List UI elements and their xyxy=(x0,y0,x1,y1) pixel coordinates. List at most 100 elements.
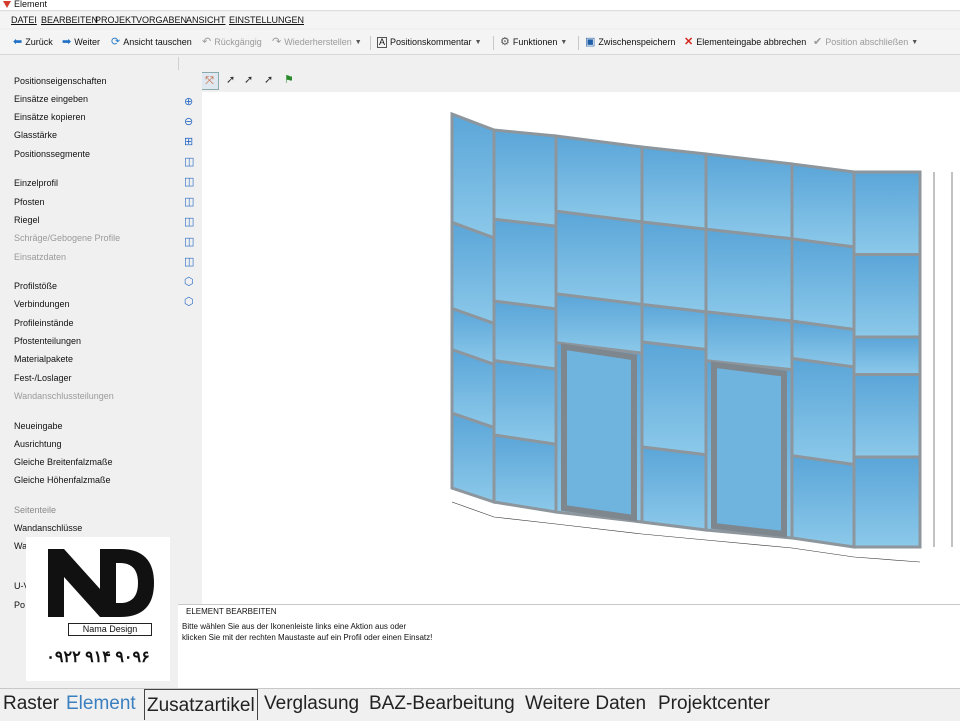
gear-icon: ⚙ xyxy=(500,35,510,48)
glass-pane[interactable] xyxy=(852,335,922,376)
sidebar-item-riegel[interactable]: Riegel xyxy=(14,215,40,225)
door-leaf[interactable] xyxy=(711,361,787,538)
view-back-icon[interactable]: ◫ xyxy=(184,176,194,188)
sidebar-item-einsaetze-kopieren[interactable]: Einsätze kopieren xyxy=(14,112,86,122)
pointer-add-icon[interactable]: ➚ xyxy=(244,74,253,86)
glass-pane[interactable] xyxy=(704,152,794,241)
glass-pane[interactable] xyxy=(640,445,708,532)
sidebar-item-po[interactable]: Po xyxy=(14,600,25,610)
glass-pane[interactable] xyxy=(852,373,922,459)
glass-pane[interactable] xyxy=(492,299,558,371)
zoom-fit-icon[interactable]: ⊞ xyxy=(184,136,193,148)
view-iso-alt-icon[interactable]: ⬡ xyxy=(184,296,194,308)
sidebar-item-wandanschluesse[interactable]: Wandanschlüsse xyxy=(14,523,82,533)
message-line-2: klicken Sie mit der rechten Maustaste au… xyxy=(182,633,433,642)
sidebar-item-einsatzdaten[interactable]: Einsatzdaten xyxy=(14,252,66,262)
tab-weitere-daten[interactable]: Weitere Daten xyxy=(525,693,646,715)
position-comment-button[interactable]: A Positionskommentar ▼ xyxy=(377,35,482,49)
menu-projekt[interactable]: PROJEKT xyxy=(95,15,137,25)
view-bottom-icon[interactable]: ◫ xyxy=(184,256,194,268)
glass-pane[interactable] xyxy=(852,170,922,256)
zoom-in-icon[interactable]: ⊕ xyxy=(184,96,193,108)
comment-icon: A xyxy=(377,36,388,48)
glass-pane[interactable] xyxy=(492,128,558,228)
flag-icon[interactable]: ⚑ xyxy=(284,74,294,86)
sidebar-item-materialpakete[interactable]: Materialpakete xyxy=(14,354,73,364)
sidebar-item-einsaetze-eingeben[interactable]: Einsätze eingeben xyxy=(14,94,88,104)
glass-pane[interactable] xyxy=(852,253,922,339)
view-front-icon[interactable]: ◫ xyxy=(184,156,194,168)
tab-baz-bearbeitung[interactable]: BAZ-Bearbeitung xyxy=(369,693,515,715)
glass-pane[interactable] xyxy=(492,217,558,311)
cancel-element-button[interactable]: ✕ Elementeingabe abbrechen xyxy=(684,35,806,49)
menu-datei[interactable]: DATEI xyxy=(11,15,37,25)
sidebar-item-pfostenteilungen[interactable]: Pfostenteilungen xyxy=(14,336,81,346)
sidebar-item-breitenfalzmasse[interactable]: Gleiche Breitenfalzmaße xyxy=(14,457,113,467)
undo-button[interactable]: ↶ Rückgängig xyxy=(202,35,262,49)
window-title: Element xyxy=(14,0,48,9)
glass-pane[interactable] xyxy=(492,358,558,447)
sidebar-item-neueingabe[interactable]: Neueingabe xyxy=(14,421,63,431)
sidebar-item-ausrichtung[interactable]: Ausrichtung xyxy=(14,439,62,449)
select-mode-icon[interactable]: ⤧ xyxy=(200,72,219,90)
sidebar-item-wandanschlussteilungen[interactable]: Wandanschlussteilungen xyxy=(14,391,114,401)
glass-pane[interactable] xyxy=(492,433,558,514)
glass-pane[interactable] xyxy=(450,411,496,505)
view-top-icon[interactable]: ◫ xyxy=(184,236,194,248)
glass-pane[interactable] xyxy=(640,340,708,457)
back-button[interactable]: ⬅ Zurück xyxy=(13,35,53,49)
zoom-out-icon[interactable]: ⊖ xyxy=(184,116,193,128)
sidebar-item-hoehenfalzmasse[interactable]: Gleiche Höhenfalzmaße xyxy=(14,475,111,485)
sidebar-item-einzelprofil[interactable]: Einzelprofil xyxy=(14,178,58,188)
checkmark-icon: ✔ xyxy=(813,35,823,48)
swap-view-button[interactable]: ⟳ Ansicht tauschen xyxy=(111,35,192,49)
sidebar-item-fest-loslager[interactable]: Fest-/Loslager xyxy=(14,373,72,383)
menu-ansicht[interactable]: ANSICHT xyxy=(186,15,226,25)
undo-icon: ↶ xyxy=(202,35,212,48)
glass-pane[interactable] xyxy=(704,227,794,323)
tab-verglasung[interactable]: Verglasung xyxy=(264,693,359,715)
door-leaf[interactable] xyxy=(561,343,637,522)
sidebar-item-positionseigenschaften[interactable]: Positionseigenschaften xyxy=(14,76,107,86)
view-left-icon[interactable]: ◫ xyxy=(184,196,194,208)
forward-label: Weiter xyxy=(74,37,101,47)
message-title: ELEMENT BEARBEITEN xyxy=(186,607,277,616)
sidebar-item-schraege-profile[interactable]: Schräge/Gebogene Profile xyxy=(14,233,120,243)
tab-zusatzartikel[interactable]: Zusatzartikel xyxy=(144,689,258,720)
sidebar-item-positionssegmente[interactable]: Positionssegmente xyxy=(14,149,90,159)
redo-button[interactable]: ↷ Wiederherstellen ▼ xyxy=(272,35,362,49)
sidebar-item-profilstoesse[interactable]: Profilstöße xyxy=(14,281,57,291)
phone-number: ۰۹۲۲ ۹۱۴ ۹۰۹۶ xyxy=(46,649,150,666)
pointer-icon[interactable]: ➚ xyxy=(226,74,235,86)
pointer-remove-icon[interactable]: ➚ xyxy=(264,74,273,86)
sidebar-item-glasstaerke[interactable]: Glasstärke xyxy=(14,130,57,140)
sidebar-item-verbindungen[interactable]: Verbindungen xyxy=(14,299,70,309)
view-iso-icon[interactable]: ⬡ xyxy=(184,276,194,288)
menu-vorgaben[interactable]: VORGABEN xyxy=(136,15,187,25)
glass-pane[interactable] xyxy=(790,162,856,249)
sidebar-item-pfosten[interactable]: Pfosten xyxy=(14,197,45,207)
menu-bearbeiten[interactable]: BEARBEITEN xyxy=(41,15,98,25)
save-temp-label: Zwischenspeichern xyxy=(598,37,676,47)
glass-pane[interactable] xyxy=(554,134,644,224)
glass-pane[interactable] xyxy=(790,453,856,549)
glass-pane[interactable] xyxy=(640,145,708,231)
view-right-icon[interactable]: ◫ xyxy=(184,216,194,228)
tab-projektcenter[interactable]: Projektcenter xyxy=(658,693,770,715)
glass-pane[interactable] xyxy=(790,356,856,467)
glass-pane[interactable] xyxy=(852,455,922,549)
glass-pane[interactable] xyxy=(640,220,708,314)
finish-position-button[interactable]: ✔ Position abschließen ▼ xyxy=(813,35,918,49)
functions-button[interactable]: ⚙ Funktionen ▼ xyxy=(500,35,567,49)
save-temp-button[interactable]: ▣ Zwischenspeichern xyxy=(585,35,675,49)
forward-button[interactable]: ➡ Weiter xyxy=(62,35,100,49)
glass-pane[interactable] xyxy=(450,111,496,241)
glass-pane[interactable] xyxy=(450,220,496,326)
menu-einstellungen[interactable]: EINSTELLUNGEN xyxy=(229,15,304,25)
glass-pane[interactable] xyxy=(554,209,644,307)
drawing-canvas[interactable] xyxy=(202,92,960,604)
glass-pane[interactable] xyxy=(790,237,856,332)
tab-raster[interactable]: Raster xyxy=(3,693,59,715)
tab-element[interactable]: Element xyxy=(66,693,136,715)
sidebar-item-profileinstaende[interactable]: Profileinstände xyxy=(14,318,74,328)
